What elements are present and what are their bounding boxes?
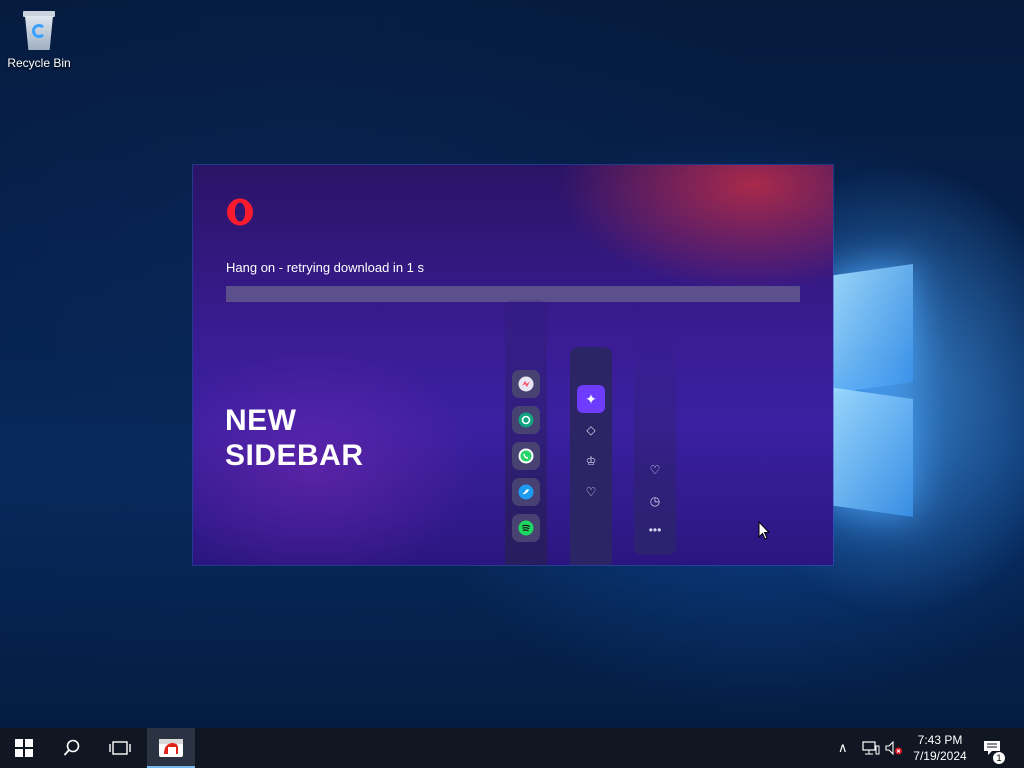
crown-icon: ♔ [585,454,597,468]
task-view-button[interactable] [96,728,144,768]
download-status-text: Hang on - retrying download in 1 s [226,260,425,275]
search-button[interactable] [48,728,96,768]
chevron-up-icon: ∧ [838,740,848,755]
network-icon [862,741,880,755]
promo-title-line1: NEW [225,404,297,437]
messenger-icon [512,370,540,398]
show-hidden-icons-button[interactable]: ∧ [838,728,848,768]
opera-logo-icon [227,198,253,226]
desktop-icon-label: Recycle Bin [7,56,71,70]
clock-date: 7/19/2024 [913,749,967,763]
heart-chat-icon: ♡ [585,485,597,499]
chatgpt-icon [512,406,540,434]
opera-installer-window: Hang on - retrying download in 1 s NEW S… [193,165,833,565]
windows-logo-wallpaper [820,255,915,517]
windows-start-icon [15,739,33,757]
spotify-icon [512,514,540,542]
diamond-icon: ◇ [586,423,596,437]
task-view-icon [109,741,131,755]
clock-time: 7:43 PM [917,733,963,747]
notification-count-badge: 1 [993,752,1005,764]
opera-installer-icon [159,739,183,757]
sidebar-extra-column [634,330,676,555]
start-button[interactable] [0,728,48,768]
recycle-bin-icon [21,8,57,52]
promo-title-line2: SIDEBAR [225,439,364,472]
aria-icon: ✦ [577,385,605,413]
twitter-icon [512,478,540,506]
taskbar-app-opera-installer[interactable] [147,728,195,768]
taskbar: ∧ 7:43 PM 7/19/2024 [0,728,1024,768]
network-status-button[interactable] [862,728,880,768]
heart-icon: ♡ [649,463,661,477]
whatsapp-icon [512,442,540,470]
search-icon [63,739,80,756]
more-icon: ••• [648,523,662,537]
desktop-icon-recycle-bin[interactable]: Recycle Bin [6,8,72,70]
promo-title: NEW SIDEBAR [225,403,364,473]
clock-icon: ◷ [649,494,661,508]
taskbar-clock[interactable]: 7:43 PM 7/19/2024 [900,732,980,764]
